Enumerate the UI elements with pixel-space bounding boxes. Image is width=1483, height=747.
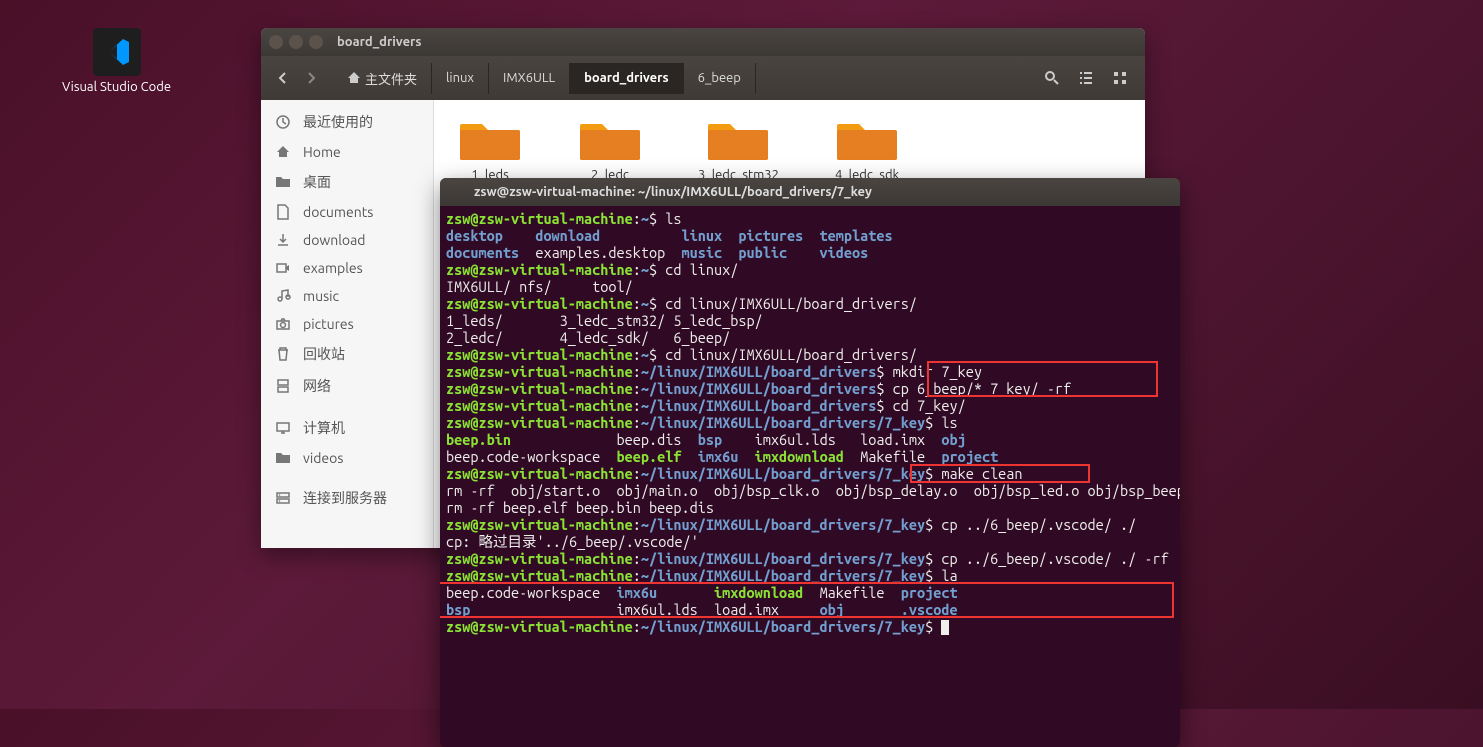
sidebar-item-pictures[interactable]: pictures [261, 310, 433, 338]
document-icon [275, 204, 291, 220]
terminal-cursor [941, 620, 949, 635]
maximize-button[interactable] [309, 35, 323, 49]
search-button[interactable] [1037, 64, 1067, 92]
file-manager-toolbar: 主文件夹 linux IMX6ULL board_drivers 6_beep [261, 56, 1145, 100]
view-list-button[interactable] [1071, 64, 1101, 92]
sidebar-item-computer[interactable]: 计算机 [261, 412, 433, 444]
home-icon [347, 71, 361, 85]
folder-icon [578, 116, 642, 164]
forward-button[interactable] [299, 64, 323, 92]
breadcrumb-linux[interactable]: linux [432, 63, 489, 94]
terminal-window: zsw@zsw-virtual-machine: ~/linux/IMX6ULL… [440, 178, 1180, 747]
camera-icon [275, 316, 291, 332]
sidebar-item-label: download [303, 232, 365, 248]
view-grid-button[interactable] [1105, 64, 1135, 92]
search-icon [1044, 70, 1060, 86]
network-icon [275, 378, 291, 394]
sidebar-item-label: videos [303, 450, 343, 466]
sidebar-item-videos[interactable]: videos [261, 444, 433, 472]
terminal-body[interactable]: zsw@zsw-virtual-machine:~$ lsdesktop dow… [440, 206, 1180, 747]
sidebar-item-label: 网络 [303, 376, 331, 396]
list-icon [1078, 70, 1094, 86]
breadcrumb-home[interactable]: 主文件夹 [333, 63, 432, 94]
terminal-titlebar[interactable]: zsw@zsw-virtual-machine: ~/linux/IMX6ULL… [440, 178, 1180, 206]
clock-icon [275, 114, 291, 130]
sidebar-item-label: Home [303, 144, 341, 160]
sidebar-item-recent[interactable]: 最近使用的 [261, 106, 433, 138]
window-title: board_drivers [337, 35, 422, 49]
folder-icon [275, 450, 291, 466]
desktop-icon-label: Visual Studio Code [62, 80, 171, 94]
folder-icon [458, 116, 522, 164]
minimize-button[interactable] [289, 35, 303, 49]
trash-icon [275, 346, 291, 362]
folder-icon [275, 174, 291, 190]
sidebar-item-label: pictures [303, 316, 354, 332]
sidebar-item-label: 回收站 [303, 344, 345, 364]
sidebar-item-connect[interactable]: 连接到服务器 [261, 482, 433, 514]
back-button[interactable] [271, 64, 295, 92]
breadcrumb-imx6ull[interactable]: IMX6ULL [489, 63, 570, 94]
sidebar-item-documents[interactable]: documents [261, 198, 433, 226]
sidebar-item-desktop[interactable]: 桌面 [261, 166, 433, 198]
sidebar-item-network[interactable]: 网络 [261, 370, 433, 402]
sidebar-item-label: 计算机 [303, 418, 345, 438]
sidebar-item-label: music [303, 288, 339, 304]
download-icon [275, 232, 291, 248]
vscode-desktop-shortcut[interactable]: Visual Studio Code [62, 28, 171, 94]
vscode-icon [93, 28, 141, 76]
file-manager-sidebar: 最近使用的 Home 桌面 documents download examples musi… [261, 100, 434, 548]
music-icon [275, 288, 291, 304]
home-icon [275, 144, 291, 160]
breadcrumb-6-beep[interactable]: 6_beep [684, 63, 756, 94]
breadcrumb: 主文件夹 linux IMX6ULL board_drivers 6_beep [333, 63, 756, 94]
sidebar-item-download[interactable]: download [261, 226, 433, 254]
sidebar-item-label: 桌面 [303, 172, 331, 192]
video-icon [275, 260, 291, 276]
sidebar-item-trash[interactable]: 回收站 [261, 338, 433, 370]
sidebar-item-label: examples [303, 260, 363, 276]
sidebar-item-label: 最近使用的 [303, 112, 373, 132]
terminal-title: zsw@zsw-virtual-machine: ~/linux/IMX6ULL… [474, 185, 872, 199]
file-manager-titlebar[interactable]: board_drivers [261, 28, 1145, 56]
folder-icon [835, 116, 899, 164]
computer-icon [275, 420, 291, 436]
grid-icon [1112, 70, 1128, 86]
server-icon [275, 490, 291, 506]
sidebar-item-home[interactable]: Home [261, 138, 433, 166]
breadcrumb-board-drivers[interactable]: board_drivers [570, 63, 684, 94]
sidebar-item-music[interactable]: music [261, 282, 433, 310]
sidebar-item-label: 连接到服务器 [303, 488, 387, 508]
sidebar-item-label: documents [303, 204, 373, 220]
close-button[interactable] [269, 35, 283, 49]
sidebar-item-examples[interactable]: examples [261, 254, 433, 282]
folder-icon [706, 116, 770, 164]
